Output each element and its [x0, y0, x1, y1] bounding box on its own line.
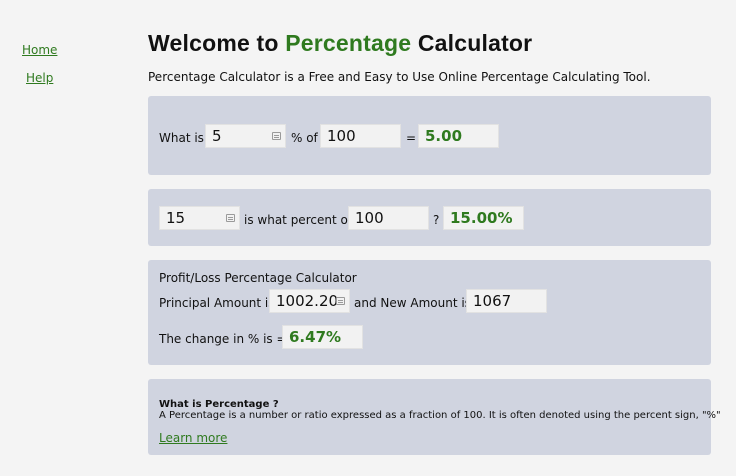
whole-input-value: 100 [355, 209, 384, 227]
nav-help-link[interactable]: Help [26, 71, 53, 85]
stepper-icon [272, 132, 281, 140]
part-input[interactable]: 15 [159, 206, 240, 230]
info-panel: What is Percentage ? A Percentage is a n… [148, 379, 721, 455]
question-label: ? [433, 213, 440, 227]
percent-input[interactable]: 5 [205, 124, 286, 148]
what-percent-result-value: 15.00% [450, 209, 513, 227]
learn-more-link[interactable]: Learn more [159, 431, 227, 445]
info-heading: What is Percentage ? [159, 399, 279, 410]
what-is-label: What is [159, 131, 204, 145]
stepper-icon [226, 214, 235, 222]
title-suffix: Calculator [411, 30, 533, 56]
change-label: The change in % is = [159, 332, 287, 346]
info-description: A Percentage is a number or ratio expres… [159, 410, 721, 421]
what-percent-result: 15.00% [443, 206, 524, 230]
nav-home-link[interactable]: Home [22, 43, 57, 57]
title-prefix: Welcome to [148, 30, 286, 56]
title-accent: Percentage [285, 30, 412, 56]
new-amount-input[interactable]: 1067 [466, 289, 547, 313]
base-input-value: 100 [327, 127, 356, 145]
new-amount-input-value: 1067 [473, 292, 512, 310]
page-title: Welcome to Percentage Calculator [148, 30, 532, 57]
principal-label: Principal Amount is [159, 296, 275, 310]
profit-loss-title: Profit/Loss Percentage Calculator [159, 271, 357, 285]
stepper-icon [336, 297, 345, 305]
page-subtitle: Percentage Calculator is a Free and Easy… [148, 70, 651, 84]
principal-input-value: 1002.20 [276, 292, 339, 310]
what-percent-calculator: 15 is what percent of 100 ? 15.00% [148, 189, 711, 246]
change-result-value: 6.47% [289, 328, 342, 346]
equals-label: = [406, 131, 417, 145]
profit-loss-calculator: Profit/Loss Percentage Calculator Princi… [148, 260, 711, 365]
percent-of-label: % of [291, 131, 318, 145]
new-amount-label: and New Amount is [354, 296, 471, 310]
base-input[interactable]: 100 [320, 124, 401, 148]
percent-of-result-value: 5.00 [425, 127, 463, 145]
principal-input[interactable]: 1002.20 [269, 289, 350, 313]
part-input-value: 15 [166, 209, 186, 227]
page: Home Help Welcome to Percentage Calculat… [0, 0, 736, 476]
percent-of-calculator: What is 5 % of 100 = 5.00 [148, 96, 711, 175]
change-result: 6.47% [282, 325, 363, 349]
percent-of-result: 5.00 [418, 124, 499, 148]
is-what-percent-of-label: is what percent of [244, 213, 353, 227]
percent-input-value: 5 [212, 127, 222, 145]
whole-input[interactable]: 100 [348, 206, 429, 230]
